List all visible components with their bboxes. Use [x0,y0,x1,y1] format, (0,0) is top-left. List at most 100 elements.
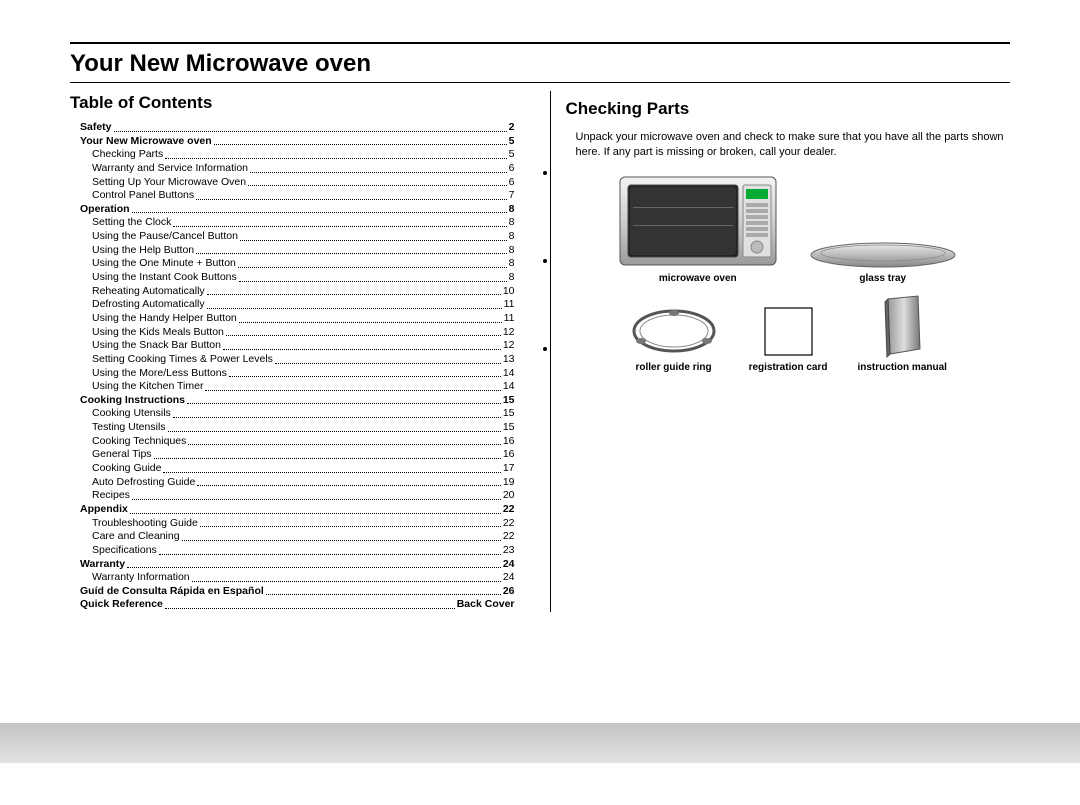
toc-page: 2 [509,121,515,135]
microwave-icon [618,175,778,270]
toc-page: 20 [503,489,515,503]
fold-dots [543,171,547,351]
toc-label: Safety [80,121,112,135]
part-card: registration card [749,289,828,373]
toc-label: Using the More/Less Buttons [92,367,227,381]
toc-row: Appendix22 [80,503,515,517]
toc-page: 26 [503,585,515,599]
toc-row: Cooking Techniques 16 [80,435,515,449]
right-column: Checking Parts Unpack your microwave ove… [550,91,1011,612]
roller-ring-icon [629,304,719,359]
toc-label: Warranty Information [92,571,190,585]
toc-label: Testing Utensils [92,421,166,435]
toc-page: 17 [503,462,515,476]
toc-row: Using the Kids Meals Button 12 [80,326,515,340]
toc-row: Your New Microwave oven5 [80,135,515,149]
toc-row: Using the Instant Cook Buttons 8 [80,271,515,285]
toc-page: 12 [503,326,515,340]
toc-label: Warranty [80,558,125,572]
toc-row: Quick ReferenceBack Cover [80,598,515,612]
toc-label: Warranty and Service Information [92,162,248,176]
toc-label: Care and Cleaning [92,530,180,544]
toc-label: Using the Kids Meals Button [92,326,224,340]
toc-row: Cooking Utensils 15 [80,407,515,421]
toc-label: Using the One Minute + Button [92,257,236,271]
toc-row: Troubleshooting Guide 22 [80,517,515,531]
toc-page: 12 [503,339,515,353]
toc-page: 16 [503,435,515,449]
toc-page: 6 [509,162,515,176]
checking-parts-title: Checking Parts [566,99,1011,119]
toc-label: Control Panel Buttons [92,189,194,203]
toc-page: 8 [509,271,515,285]
toc-row: Testing Utensils 15 [80,421,515,435]
toc-page: 5 [509,135,515,149]
toc-row: Setting Cooking Times & Power Levels 13 [80,353,515,367]
part-card-label: registration card [749,362,828,373]
toc-label: Troubleshooting Guide [92,517,198,531]
toc-page: 19 [503,476,515,490]
toc-label: Cooking Instructions [80,394,185,408]
toc-row: Cooking Guide 17 [80,462,515,476]
toc-row: Cooking Instructions 15 [80,394,515,408]
toc-page: 13 [503,353,515,367]
toc-label: Using the Snack Bar Button [92,339,221,353]
toc-row: Care and Cleaning22 [80,530,515,544]
toc-label: Cooking Guide [92,462,161,476]
toc-page: 16 [503,448,515,462]
toc-list: Safety 2Your New Microwave oven5Checking … [70,121,515,612]
toc-label: Reheating Automatically [92,285,205,299]
toc-page: 8 [509,230,515,244]
left-column: Table of Contents Safety 2Your New Microw… [70,91,530,612]
toc-page: 8 [509,203,515,217]
toc-page: 11 [504,312,515,326]
toc-row: Using the Pause/Cancel Button 8 [80,230,515,244]
toc-row: Defrosting Automatically11 [80,298,515,312]
toc-label: Guíd de Consulta Rápida en Español [80,585,264,599]
toc-title: Table of Contents [70,93,515,113]
toc-label: Using the Kitchen Timer [92,380,203,394]
toc-label: Using the Pause/Cancel Button [92,230,238,244]
columns: Table of Contents Safety 2Your New Microw… [70,91,1010,612]
toc-label: Cooking Techniques [92,435,186,449]
toc-label: Checking Parts [92,148,163,162]
bottom-shadow [0,723,1080,763]
toc-page: 15 [503,421,515,435]
toc-row: Auto Defrosting Guide 19 [80,476,515,490]
toc-row: Reheating Automatically 10 [80,285,515,299]
part-ring: roller guide ring [629,289,719,373]
toc-page: 10 [503,285,515,299]
toc-label: Cooking Utensils [92,407,171,421]
toc-label: Auto Defrosting Guide [92,476,195,490]
toc-row: Warranty and Service Information 6 [80,162,515,176]
toc-page: 23 [503,544,515,558]
toc-row: Warranty 24 [80,558,515,572]
toc-row: Recipes20 [80,489,515,503]
toc-page: 8 [509,257,515,271]
toc-page: 15 [503,394,515,408]
toc-page: 22 [503,517,515,531]
toc-page: 14 [503,380,515,394]
toc-label: Using the Help Button [92,244,194,258]
toc-row: Using the Help Button8 [80,244,515,258]
toc-row: Warranty Information24 [80,571,515,585]
registration-card-icon [761,304,816,359]
toc-row: Using the Handy Helper Button11 [80,312,515,326]
manual-page: Your New Microwave oven Table of Content… [0,42,1080,805]
toc-label: Using the Instant Cook Buttons [92,271,237,285]
toc-label: Setting Cooking Times & Power Levels [92,353,273,367]
toc-page: 24 [503,558,515,572]
toc-page: 14 [503,367,515,381]
rule-under-title [70,82,1010,83]
toc-row: Control Panel Buttons7 [80,189,515,203]
toc-page: 5 [509,148,515,162]
toc-row: Operation8 [80,203,515,217]
toc-label: Setting Up Your Microwave Oven [92,176,246,190]
toc-page: 11 [504,298,515,312]
toc-page: Back Cover [457,598,515,612]
toc-page: 15 [503,407,515,421]
part-tray: glass tray [808,185,958,284]
toc-row: Guíd de Consulta Rápida en Español 26 [80,585,515,599]
toc-row: Using the Snack Bar Button 12 [80,339,515,353]
toc-row: General Tips16 [80,448,515,462]
